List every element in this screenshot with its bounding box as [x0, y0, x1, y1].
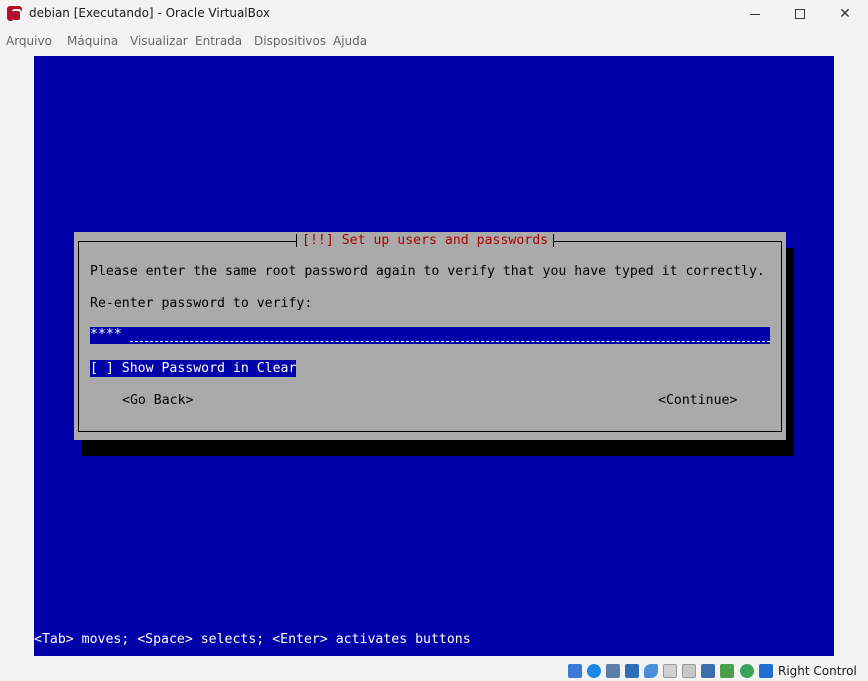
- input-underline: [130, 341, 770, 342]
- keyboard-capture-icon[interactable]: [759, 664, 773, 678]
- help-line: <Tab> moves; <Space> selects; <Enter> ac…: [34, 632, 471, 647]
- optical-drive-icon[interactable]: [587, 664, 601, 678]
- show-password-checkbox[interactable]: [ ] Show Password in Clear: [90, 360, 297, 377]
- minimize-icon: [750, 13, 760, 15]
- menu-dispositivos[interactable]: Dispositivos: [254, 34, 326, 48]
- menu-ajuda[interactable]: Ajuda: [333, 34, 367, 48]
- installer-dialog: [!!] Set up users and passwords Please e…: [74, 232, 786, 440]
- go-back-button[interactable]: <Go Back>: [122, 392, 193, 409]
- host-key-label: Right Control: [778, 664, 857, 678]
- password-value: ****: [90, 327, 122, 342]
- usb-icon[interactable]: [644, 664, 658, 678]
- close-button[interactable]: ✕: [822, 0, 868, 28]
- video-capture-icon[interactable]: [720, 664, 734, 678]
- minimize-button[interactable]: [732, 0, 778, 28]
- maximize-icon: [795, 9, 805, 19]
- menu-arquivo[interactable]: Arquivo: [6, 34, 52, 48]
- hard-disk-icon[interactable]: [568, 664, 582, 678]
- continue-button[interactable]: <Continue>: [658, 392, 737, 409]
- display-icon[interactable]: [682, 664, 696, 678]
- vm-screen[interactable]: [!!] Set up users and passwords Please e…: [34, 56, 834, 656]
- menu-visualizar[interactable]: Visualizar: [130, 34, 188, 48]
- dialog-title: [!!] Set up users and passwords: [296, 232, 555, 249]
- title-bar: debian [Executando] - Oracle VirtualBox …: [0, 0, 868, 28]
- screen-capture-icon[interactable]: [701, 664, 715, 678]
- network-icon[interactable]: [625, 664, 639, 678]
- audio-icon[interactable]: [606, 664, 620, 678]
- menu-bar: Arquivo Máquina Visualizar Entrada Dispo…: [0, 30, 868, 52]
- field-label: Re-enter password to verify:: [90, 296, 313, 311]
- close-icon: ✕: [839, 6, 851, 22]
- menu-maquina[interactable]: Máquina: [67, 34, 118, 48]
- status-bar: Right Control: [0, 660, 868, 681]
- password-input[interactable]: ****: [90, 327, 770, 344]
- menu-entrada[interactable]: Entrada: [195, 34, 242, 48]
- shared-folders-icon[interactable]: [663, 664, 677, 678]
- instruction-text: Please enter the same root password agai…: [90, 264, 765, 279]
- window-title: debian [Executando] - Oracle VirtualBox: [29, 6, 270, 20]
- virtualbox-debian-icon: [7, 6, 22, 22]
- maximize-button[interactable]: [777, 0, 823, 28]
- cpu-icon[interactable]: [740, 664, 754, 678]
